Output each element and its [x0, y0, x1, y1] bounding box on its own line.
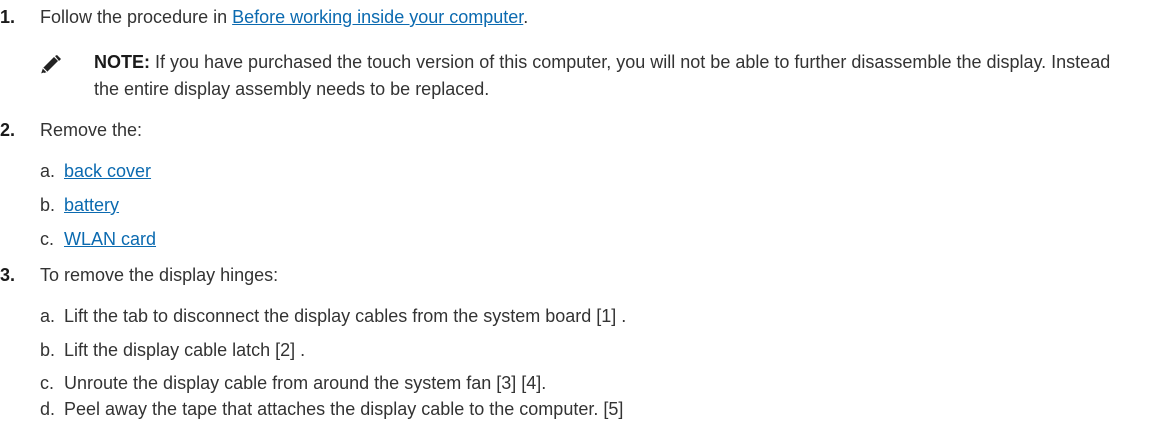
back-cover-link[interactable]: back cover	[64, 161, 151, 181]
before-working-link[interactable]: Before working inside your computer	[232, 7, 523, 27]
step-1: 1. Follow the procedure in Before workin…	[0, 4, 1173, 30]
list-item: b. battery	[0, 192, 1173, 218]
step-text: Follow the procedure in	[40, 7, 233, 27]
item-letter: a.	[40, 161, 56, 181]
item-text: Lift the tab to disconnect the display c…	[64, 306, 627, 326]
battery-link[interactable]: battery	[64, 195, 119, 215]
note-text: If you have purchased the touch version …	[94, 52, 1111, 99]
step-text: Remove the:	[40, 120, 143, 140]
note-callout: NOTE: If you have purchased the touch ve…	[40, 49, 1124, 103]
step-2: 2. Remove the:	[0, 117, 1173, 143]
step-number: 2.	[0, 120, 16, 140]
item-letter: b.	[40, 195, 56, 215]
step-text: To remove the display hinges:	[40, 265, 279, 285]
note-label: NOTE:	[94, 52, 150, 72]
item-text: Unroute the display cable from around th…	[64, 373, 547, 393]
list-item: a. back cover	[0, 158, 1173, 184]
step-3: 3. To remove the display hinges:	[0, 262, 1173, 288]
item-text: Lift the display cable latch [2] .	[64, 340, 306, 360]
step-number: 1.	[0, 7, 16, 27]
step-number: 3.	[0, 265, 16, 285]
step-text-end: .	[523, 7, 529, 27]
item-letter: a.	[40, 306, 56, 326]
item-letter: d.	[40, 399, 56, 419]
item-text: Peel away the tape that attaches the dis…	[64, 399, 624, 419]
list-item: b. Lift the display cable latch [2] .	[0, 337, 1173, 363]
item-letter: c.	[40, 229, 55, 249]
list-item: a. Lift the tab to disconnect the displa…	[0, 303, 1173, 329]
list-item: c. WLAN card	[0, 226, 1173, 252]
wlan-card-link[interactable]: WLAN card	[64, 229, 156, 249]
item-letter: b.	[40, 340, 56, 360]
list-item: c. Unroute the display cable from around…	[0, 370, 1173, 396]
list-item: d. Peel away the tape that attaches the …	[0, 396, 1173, 422]
pencil-note-icon	[40, 55, 62, 75]
item-letter: c.	[40, 373, 55, 393]
